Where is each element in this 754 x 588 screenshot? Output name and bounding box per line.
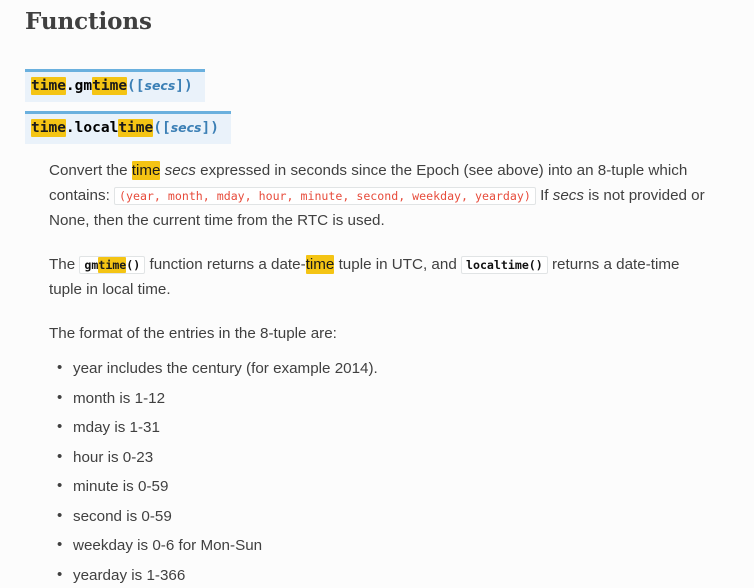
- returns-paragraph: The gmtime() function returns a date-tim…: [49, 252, 714, 302]
- sig-close-bracket: ]: [175, 77, 185, 94]
- sig-param-secs: secs: [170, 119, 202, 135]
- format-intro-paragraph: The format of the entries in the 8-tuple…: [49, 325, 337, 343]
- para2-highlight-time: time: [305, 255, 335, 275]
- documentation-body: Convert the time secs expressed in secon…: [0, 158, 754, 588]
- sig-func-highlight: time: [118, 118, 154, 137]
- sig-open-paren: (: [153, 119, 162, 136]
- sig-dot: .: [65, 119, 75, 136]
- para1-em-secs: secs: [164, 161, 196, 179]
- sig-module-highlight: time: [31, 118, 66, 137]
- gmtime-signature-block: time.gmtime([secs]): [25, 68, 754, 102]
- gmtime-code-highlight: time: [98, 257, 127, 274]
- para1-highlight-time: time: [131, 160, 161, 180]
- tuple-fields-list: year includes the century (for example 2…: [49, 356, 714, 588]
- para1-em-secs-2: secs: [552, 187, 584, 204]
- sig-close-paren: ): [210, 119, 219, 136]
- list-item: month is 1-12: [57, 386, 714, 411]
- list-item: second is 0-59: [57, 504, 714, 529]
- localtime-code: localtime(): [460, 256, 548, 275]
- localtime-signature-block: time.localtime([secs]): [25, 110, 754, 144]
- sig-func-prefix: gm: [74, 77, 93, 94]
- para2-seg2: function returns a date-: [145, 256, 306, 274]
- sig-module-highlight: time: [31, 76, 66, 95]
- para2-seg3: tuple in UTC, and: [334, 256, 461, 274]
- sig-open-paren: (: [127, 77, 136, 94]
- page-title: Functions: [25, 8, 152, 35]
- gmtime-code: gmtime(): [79, 256, 146, 275]
- localtime-signature[interactable]: time.localtime([secs]): [25, 110, 231, 144]
- sig-param-secs: secs: [144, 77, 176, 93]
- gmtime-code-prefix: gm: [84, 258, 99, 273]
- list-item: yearday is 1-366: [57, 563, 714, 588]
- para1-seg4: If: [535, 187, 553, 204]
- gmtime-code-suffix: (): [126, 258, 141, 273]
- sig-close-paren: ): [184, 77, 193, 94]
- para1-seg1: Convert the: [49, 161, 132, 179]
- sig-dot: .: [65, 77, 75, 94]
- para2-seg1: The: [49, 256, 80, 274]
- sig-close-bracket: ]: [201, 119, 211, 136]
- sig-open-bracket: [: [161, 119, 171, 136]
- list-item: year includes the century (for example 2…: [57, 356, 714, 381]
- sig-open-bracket: [: [135, 77, 145, 94]
- list-item: mday is 1-31: [57, 415, 714, 440]
- tuple-format-code: (year, month, mday, hour, minute, second…: [114, 187, 536, 205]
- list-item: weekday is 0-6 for Mon-Sun: [57, 533, 714, 558]
- gmtime-signature[interactable]: time.gmtime([secs]): [25, 68, 205, 102]
- list-item: minute is 0-59: [57, 474, 714, 499]
- list-item: hour is 0-23: [57, 445, 714, 470]
- description-paragraph: Convert the time secs expressed in secon…: [49, 158, 714, 233]
- sig-func-highlight: time: [92, 76, 128, 95]
- sig-func-prefix: local: [74, 119, 119, 136]
- function-signature-list: time.gmtime([secs]) time.localtime([secs…: [0, 68, 754, 144]
- documentation-page: Functions time.gmtime([secs]) time.local…: [0, 0, 754, 587]
